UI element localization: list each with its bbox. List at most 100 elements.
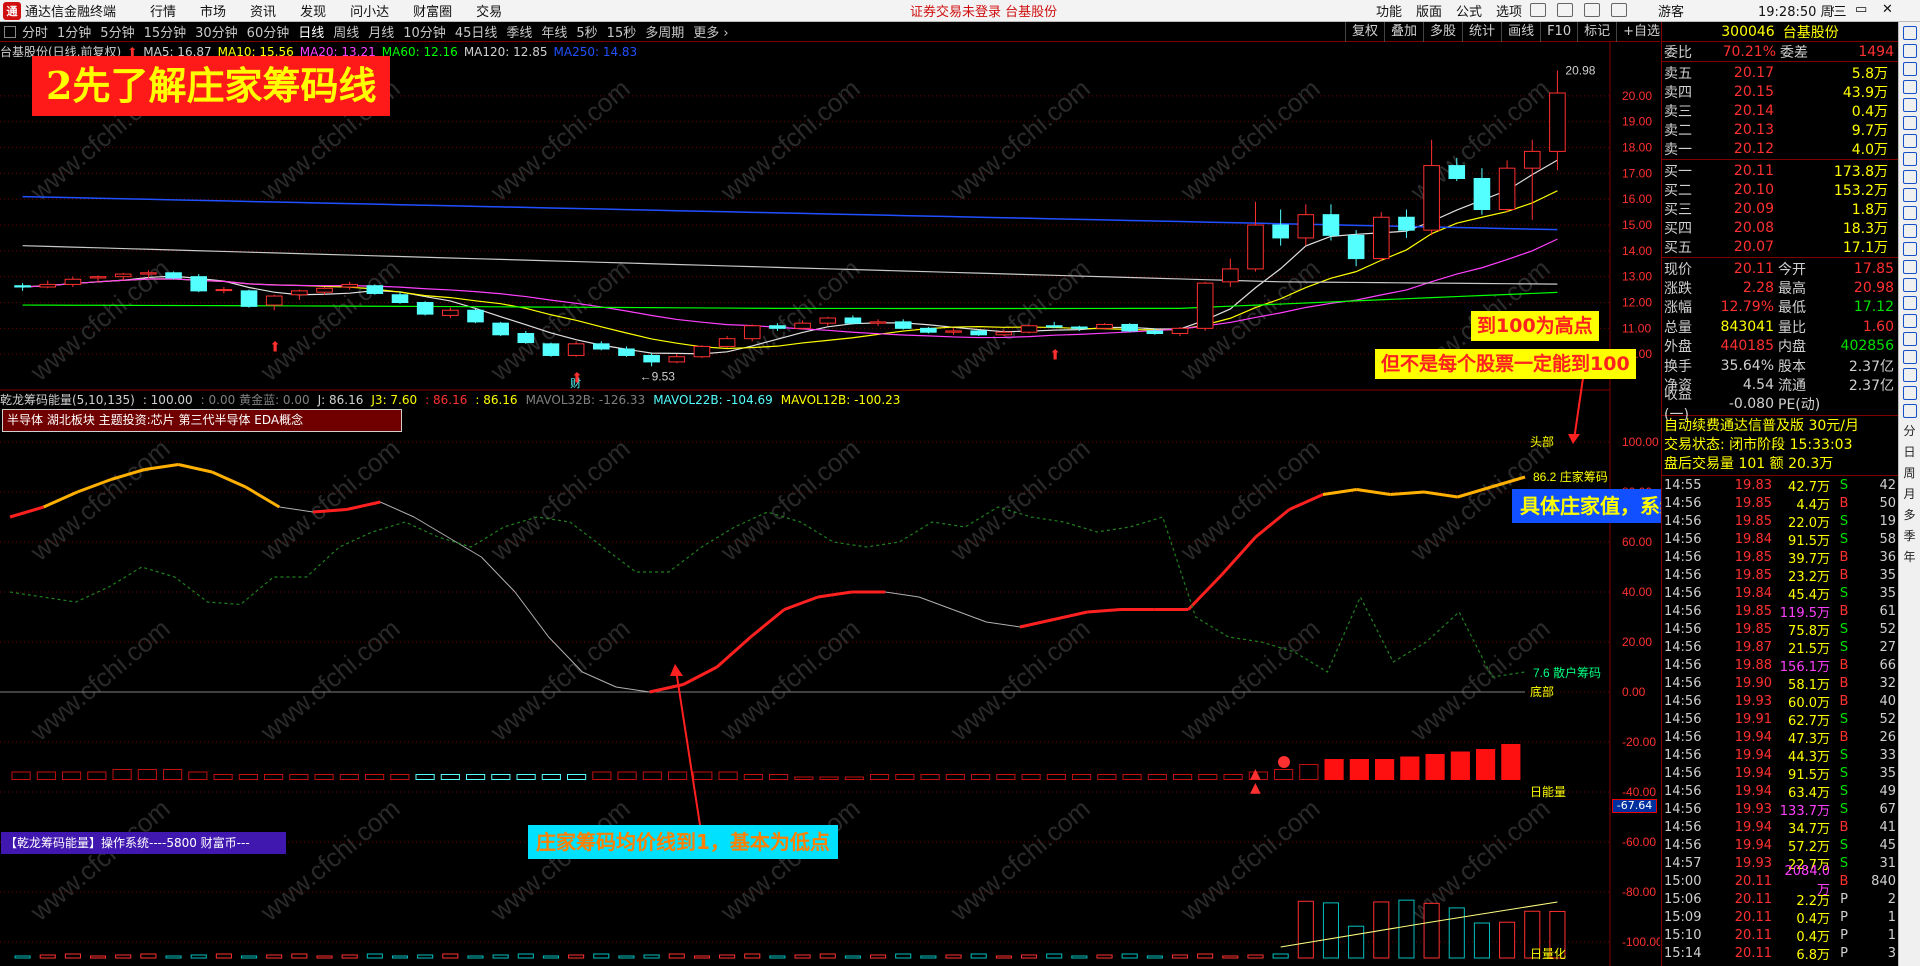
phone-icon[interactable] (1611, 3, 1627, 17)
tool-add-watch[interactable]: +自选 (1616, 22, 1666, 42)
period-5sec[interactable]: 5秒 (576, 22, 597, 41)
tick-row[interactable]: 15:06 20.11 2.2万 P 2 (1662, 890, 1898, 908)
tool-icon[interactable] (1903, 26, 1917, 40)
tool-fuquan[interactable]: 复权 (1345, 22, 1384, 42)
tick-row[interactable]: 15:00 20.11 2084.0万 B 840 (1662, 872, 1898, 890)
fee-text[interactable]: 自动续费通达信普及版 30元/月 (1664, 417, 1898, 436)
tick-row[interactable]: 14:56 19.84 45.4万 S 35 (1662, 584, 1898, 602)
period-fenshi[interactable]: 分时 (22, 22, 48, 41)
menu-item-caifuquan[interactable]: 财富圈 (413, 1, 452, 20)
tool-icon[interactable] (1903, 278, 1917, 292)
menu-item-hangqing[interactable]: 行情 (150, 1, 176, 20)
order-level[interactable]: 买四 20.08 18.3万 (1662, 218, 1898, 237)
message-icon[interactable] (1557, 3, 1573, 17)
tool-icon[interactable] (1903, 260, 1917, 274)
sidebar-toggle-icon[interactable] (4, 26, 16, 38)
tool-icon[interactable] (1903, 152, 1917, 166)
order-level[interactable]: 卖五 20.17 5.8万 (1662, 63, 1898, 82)
tool-draw[interactable]: 画线 (1501, 22, 1540, 42)
order-level[interactable]: 买五 20.07 17.1万 (1662, 237, 1898, 256)
tool-icon[interactable] (1903, 404, 1917, 418)
order-level[interactable]: 卖二 20.13 9.7万 (1662, 120, 1898, 139)
tool-icon[interactable] (1903, 80, 1917, 94)
period-multi[interactable]: 多周期 (645, 22, 684, 41)
tool-icon[interactable] (1903, 206, 1917, 220)
period-10min[interactable]: 10分钟 (403, 22, 446, 41)
menu-function[interactable]: 功能 (1376, 1, 1402, 20)
period-shortcut[interactable]: 季 (1903, 527, 1915, 544)
period-shortcut[interactable]: 周 (1903, 464, 1915, 481)
tick-row[interactable]: 15:10 20.11 0.4万 P 1 (1662, 926, 1898, 944)
period-shortcut[interactable]: 年 (1903, 548, 1915, 565)
tick-row[interactable]: 14:56 19.85 22.0万 S 19 (1662, 512, 1898, 530)
tick-row[interactable]: 15:09 20.11 0.4万 P 1 (1662, 908, 1898, 926)
period-45day[interactable]: 45日线 (455, 22, 498, 41)
period-more[interactable]: 更多 › (693, 22, 728, 41)
sector-tags[interactable]: 半导体 湖北板块 主题投资:芯片 第三代半导体 EDA概念 (2, 409, 402, 432)
period-season[interactable]: 季线 (506, 22, 532, 41)
tick-row[interactable]: 14:56 19.93 133.7万 S 67 (1662, 800, 1898, 818)
minimize-button[interactable]: ‹ (1830, 2, 1835, 17)
user-label[interactable]: 游客 (1658, 1, 1684, 20)
tool-multi-stock[interactable]: 多股 (1423, 22, 1462, 42)
period-shortcut[interactable]: 月 (1903, 485, 1915, 502)
tick-row[interactable]: 14:56 19.87 21.5万 S 27 (1662, 638, 1898, 656)
tool-icon[interactable] (1903, 116, 1917, 130)
order-level[interactable]: 买三 20.09 1.8万 (1662, 199, 1898, 218)
order-level[interactable]: 卖四 20.15 43.9万 (1662, 82, 1898, 101)
order-level[interactable]: 卖一 20.12 4.0万 (1662, 139, 1898, 158)
tool-icon[interactable] (1903, 350, 1917, 364)
menu-item-shichang[interactable]: 市场 (200, 1, 226, 20)
tool-icon[interactable] (1903, 332, 1917, 346)
login-notice[interactable]: 证券交易未登录 台基股份 (910, 1, 1057, 20)
tool-icon[interactable] (1903, 368, 1917, 382)
tick-row[interactable]: 14:55 19.83 42.7万 S 42 (1662, 476, 1898, 494)
period-15sec[interactable]: 15秒 (607, 22, 637, 41)
period-15min[interactable]: 15分钟 (144, 22, 187, 41)
tick-row[interactable]: 14:56 19.91 62.7万 S 52 (1662, 710, 1898, 728)
tool-f10[interactable]: F10 (1540, 22, 1577, 42)
tool-overlay[interactable]: 叠加 (1384, 22, 1423, 42)
tool-icon[interactable] (1903, 296, 1917, 310)
tick-row[interactable]: 14:56 19.88 156.1万 B 66 (1662, 656, 1898, 674)
tool-icon[interactable] (1903, 62, 1917, 76)
tool-stats[interactable]: 统计 (1462, 22, 1501, 42)
tick-row[interactable]: 14:56 19.90 58.1万 B 32 (1662, 674, 1898, 692)
menu-layout[interactable]: 版面 (1416, 1, 1442, 20)
screen-icon[interactable] (1530, 3, 1546, 17)
system-label[interactable]: 【乾龙筹码能量】操作系统----5800 财富币--- (1, 832, 286, 854)
period-5min[interactable]: 5分钟 (100, 22, 134, 41)
tool-icon[interactable] (1903, 314, 1917, 328)
tick-row[interactable]: 14:56 19.93 60.0万 B 40 (1662, 692, 1898, 710)
menu-item-zixun[interactable]: 资讯 (250, 1, 276, 20)
tick-row[interactable]: 14:56 19.94 47.3万 B 26 (1662, 728, 1898, 746)
tick-row[interactable]: 14:56 19.85 4.4万 B 50 (1662, 494, 1898, 512)
tool-icon[interactable] (1903, 134, 1917, 148)
tick-row[interactable]: 14:56 19.94 34.7万 B 41 (1662, 818, 1898, 836)
menu-formula[interactable]: 公式 (1456, 1, 1482, 20)
period-year[interactable]: 年线 (541, 22, 567, 41)
tick-row[interactable]: 14:56 19.94 91.5万 S 35 (1662, 764, 1898, 782)
tool-icon[interactable] (1903, 98, 1917, 112)
menu-options[interactable]: 选项 (1496, 1, 1522, 20)
tick-row[interactable]: 14:56 19.94 63.4万 S 49 (1662, 782, 1898, 800)
order-level[interactable]: 买一 20.11 173.8万 (1662, 161, 1898, 180)
close-button[interactable]: ✕ (1882, 2, 1893, 17)
mail-icon[interactable] (1584, 3, 1600, 17)
tool-icon[interactable] (1903, 170, 1917, 184)
tick-row[interactable]: 14:56 19.94 44.3万 S 33 (1662, 746, 1898, 764)
period-shortcut[interactable]: 分 (1903, 422, 1915, 439)
tick-list[interactable]: 14:55 19.83 42.7万 S 42 14:56 19.85 4.4万 B 50 14:56… (1662, 476, 1898, 962)
period-30min[interactable]: 30分钟 (195, 22, 238, 41)
menu-item-jiaoyi[interactable]: 交易 (476, 1, 502, 20)
menu-item-faxian[interactable]: 发现 (300, 1, 326, 20)
tool-icon[interactable] (1903, 242, 1917, 256)
period-day[interactable]: 日线 (298, 22, 324, 41)
order-level[interactable]: 卖三 20.14 0.4万 (1662, 101, 1898, 120)
period-1min[interactable]: 1分钟 (57, 22, 91, 41)
period-month[interactable]: 月线 (368, 22, 394, 41)
period-shortcut[interactable]: 日 (1903, 443, 1915, 460)
period-60min[interactable]: 60分钟 (247, 22, 290, 41)
tool-icon[interactable] (1903, 188, 1917, 202)
tool-icon[interactable] (1903, 386, 1917, 400)
